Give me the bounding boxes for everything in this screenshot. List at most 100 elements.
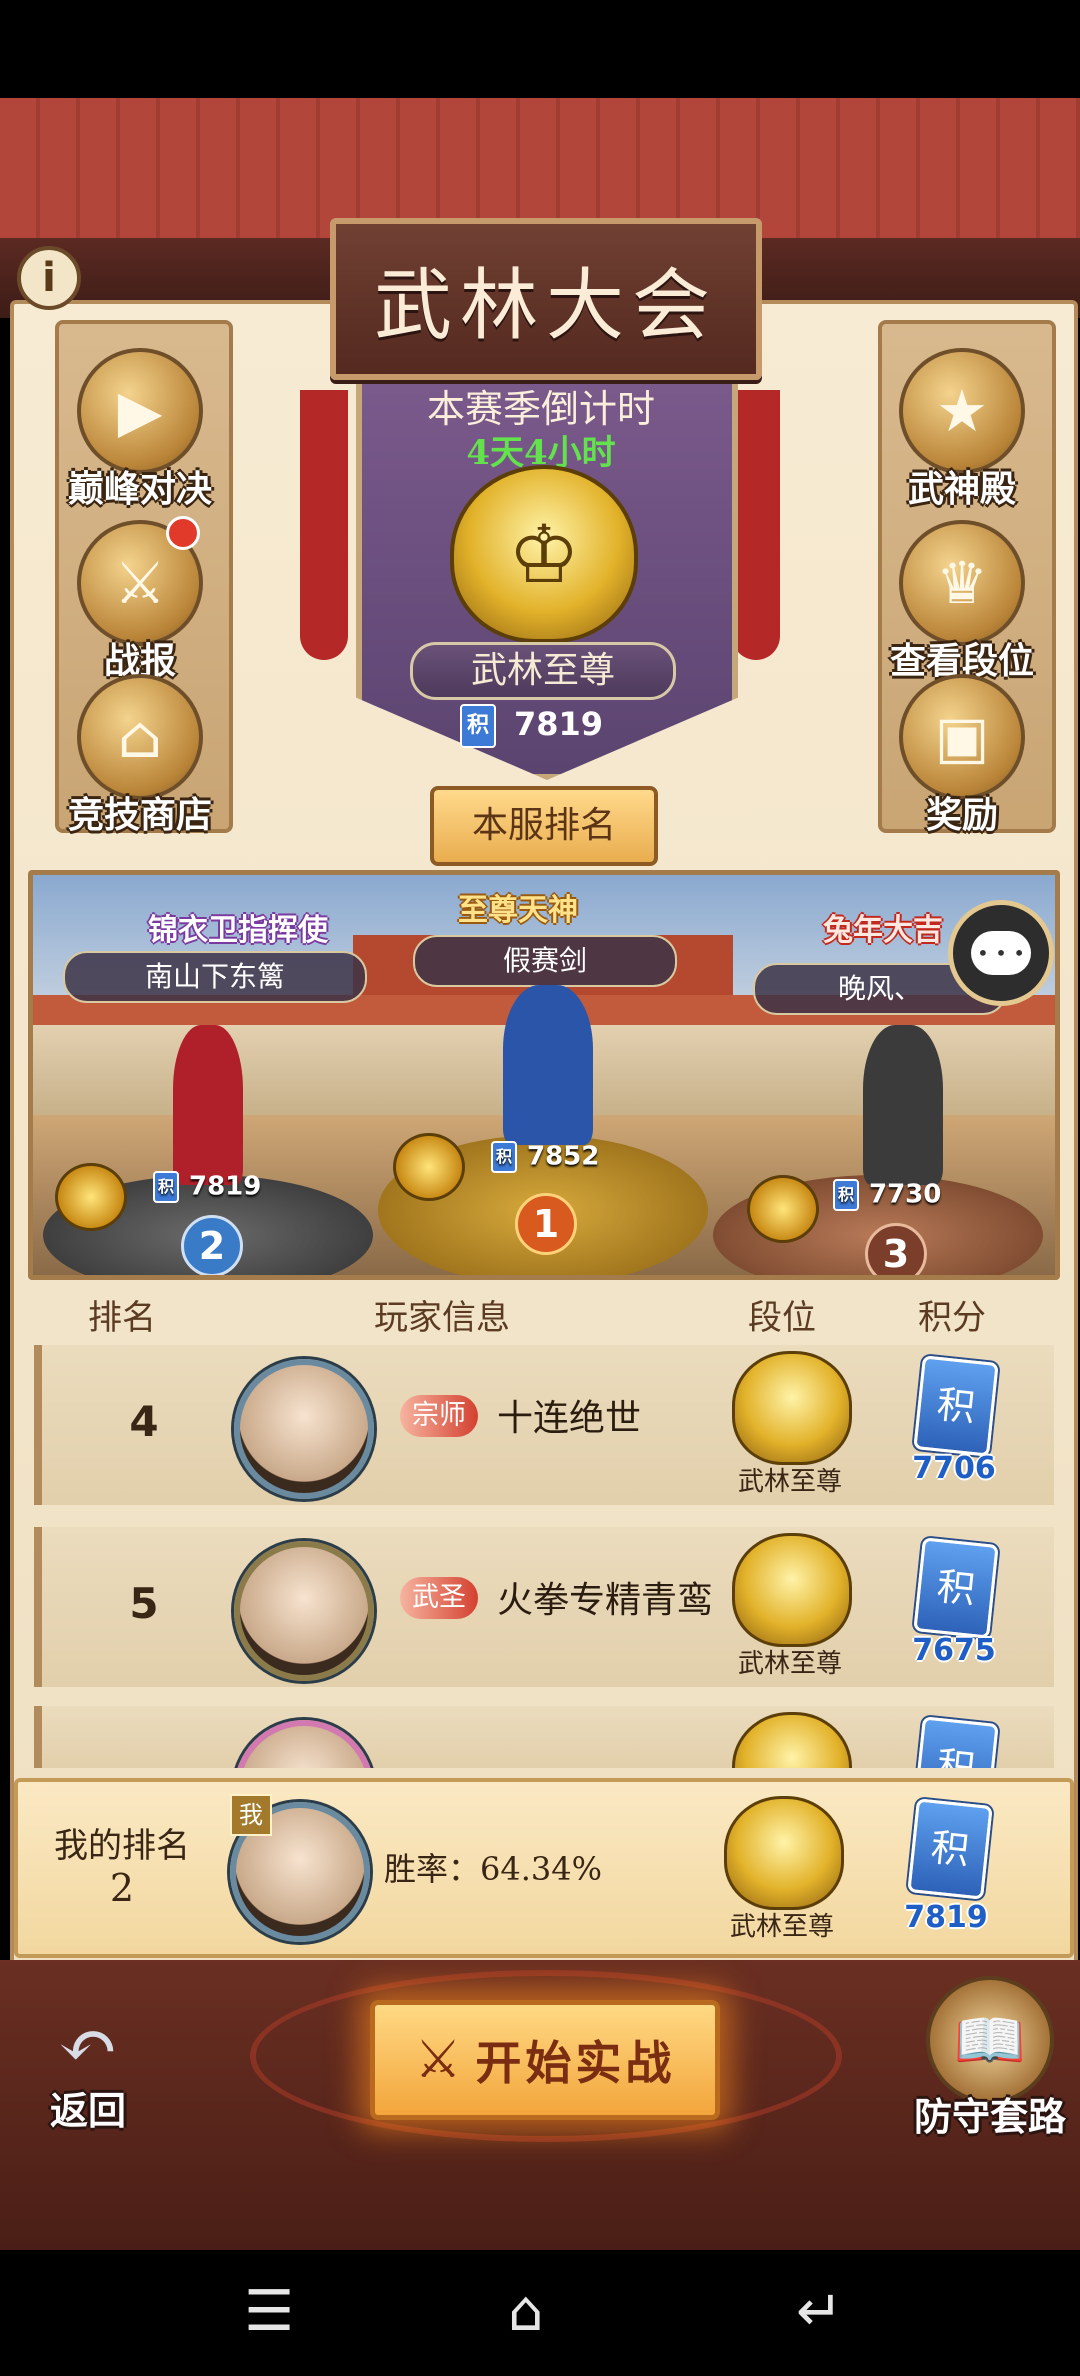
tier-icon	[732, 1351, 852, 1465]
play-icon: ▶	[77, 348, 203, 474]
page-title: 武林大会	[373, 261, 718, 351]
podium-2-fighter	[173, 1025, 243, 1185]
status-bar	[0, 0, 1080, 98]
player-title-tag: 宗师	[400, 1395, 478, 1437]
avatar[interactable]	[234, 1541, 374, 1681]
defense-routine-label: 防守套路	[913, 2094, 1066, 2139]
tier-name: 武林至尊	[737, 1649, 842, 1679]
score-token-icon: 积	[833, 1179, 859, 1211]
home-icon[interactable]: ⌂	[508, 2284, 544, 2340]
tier-icon	[732, 1533, 852, 1647]
peak-duel-label: 巅峰对决	[67, 468, 212, 510]
row-rank: 4	[129, 1397, 159, 1446]
book-icon: 📖	[926, 1976, 1054, 2104]
podium-3-fighter	[863, 1025, 943, 1185]
defense-routine-button[interactable]: 📖 防守套路	[900, 1976, 1080, 2141]
header-tier: 段位	[748, 1298, 816, 1338]
avatar[interactable]	[234, 1359, 374, 1499]
table-row[interactable]: 4 宗师 十连绝世 武林至尊 积 7706	[34, 1345, 1054, 1505]
start-battle-label: 开始实战	[475, 2036, 676, 2090]
arena-shop-label: 竞技商店	[67, 794, 212, 836]
start-battle-button[interactable]: ⚔ 开始实战	[370, 2000, 720, 2120]
my-rank-value: 2	[109, 1866, 135, 1910]
player-title-tag: 武圣	[400, 1577, 478, 1619]
score-token-icon: 积	[913, 1537, 999, 1639]
treasure-chest-icon: ▣	[899, 674, 1025, 800]
season-score: 积 7819	[460, 704, 640, 748]
chat-icon	[971, 931, 1031, 975]
score-token-icon: 积	[913, 1716, 999, 1768]
back-arrow-icon: ↶	[57, 2003, 119, 2087]
table-row-partial[interactable]: 积	[34, 1706, 1054, 1768]
row-score: 7706	[912, 1451, 996, 1486]
podium-3-title-badge: 兔年大吉	[823, 913, 943, 948]
info-button[interactable]: i	[17, 246, 81, 310]
menu-icon[interactable]: ☰	[244, 2284, 294, 2340]
avatar[interactable]	[234, 1720, 374, 1768]
my-score: 7819	[904, 1900, 988, 1935]
dragon-icon: ♛	[899, 520, 1025, 646]
my-rank-row: 我的排名 2 我 胜率：64.34% 武林至尊 积 7819	[14, 1778, 1074, 1958]
server-rank-button[interactable]: 本服排名	[430, 786, 658, 866]
podium-1-score: 7852	[527, 1141, 600, 1172]
battle-report-button[interactable]: ⚔ 战报	[50, 520, 230, 684]
peak-duel-button[interactable]: ▶ 巅峰对决	[50, 348, 230, 512]
podium-2-title-badge: 锦衣卫指挥使	[148, 913, 328, 948]
title-sign: 武林大会	[330, 218, 762, 380]
chat-button[interactable]	[948, 900, 1054, 1006]
rewards-label: 奖励	[925, 794, 998, 836]
system-nav-bar: ☰ ⌂ ↵	[0, 2250, 1080, 2376]
my-tier-name: 武林至尊	[729, 1912, 834, 1942]
row-score: 7675	[912, 1633, 996, 1668]
podium-scene: 锦衣卫指挥使 至尊天神 兔年大吉 南山下东篱 假赛剑 晚风、 积 7819 积 78…	[28, 870, 1060, 1280]
podium-2-score: 7819	[189, 1171, 262, 1202]
crossed-swords-icon: ⚔	[414, 2030, 462, 2090]
shop-icon: ⌂	[77, 674, 203, 800]
war-god-hall-button[interactable]: ★ 武神殿	[872, 348, 1052, 512]
season-score-value: 7819	[514, 705, 604, 743]
back-nav-icon[interactable]: ↵	[796, 2284, 843, 2340]
score-token-icon: 积	[460, 704, 496, 748]
tier-icon	[724, 1796, 844, 1910]
table-row[interactable]: 5 武圣 火拳专精青鸾 武林至尊 积 7675	[34, 1527, 1054, 1687]
header-rank: 排名	[88, 1298, 156, 1338]
header-player-info: 玩家信息	[374, 1298, 510, 1338]
podium-3-score: 7730	[869, 1179, 942, 1210]
shield-star-icon: ★	[899, 348, 1025, 474]
place-2-medal: 2	[181, 1215, 243, 1275]
podium-2-name: 南山下东篱	[63, 951, 367, 1003]
ribbon-right	[732, 390, 780, 660]
place-1-medal: 1	[515, 1193, 577, 1255]
info-icon: i	[42, 255, 56, 301]
header-score: 积分	[918, 1298, 986, 1338]
war-god-hall-label: 武神殿	[907, 468, 1016, 510]
podium-3-tier-icon	[747, 1175, 819, 1243]
rank-title: 武林至尊	[410, 642, 676, 700]
podium-1-tier-icon	[393, 1133, 465, 1201]
player-name: 火拳专精青鸾	[497, 1580, 714, 1621]
row-rank: 5	[129, 1579, 159, 1628]
ranking-table-header: 排名 玩家信息 段位 积分	[28, 1282, 1050, 1342]
back-label: 返回	[49, 2088, 126, 2133]
me-badge: 我	[230, 1794, 272, 1836]
score-token-icon: 积	[153, 1171, 179, 1203]
view-tier-button[interactable]: ♛ 查看段位	[872, 520, 1052, 684]
my-rank-label: 我的排名	[54, 1826, 190, 1866]
arena-shop-button[interactable]: ⌂ 竞技商店	[50, 674, 230, 838]
back-button[interactable]: ↶ 返回	[28, 2003, 148, 2133]
tier-name: 武林至尊	[737, 1467, 842, 1497]
podium-1-name: 假赛剑	[413, 935, 677, 987]
podium-1-fighter	[503, 985, 593, 1145]
rank-emblem-icon: ♔	[450, 465, 638, 643]
tier-icon	[732, 1712, 852, 1768]
win-rate: 胜率：64.34%	[384, 1850, 603, 1888]
ribbon-left	[300, 390, 348, 660]
notification-dot	[166, 516, 200, 550]
place-3-medal: 3	[865, 1223, 927, 1275]
score-token-icon: 积	[491, 1141, 517, 1173]
podium-1-title-badge: 至尊天神	[458, 893, 578, 928]
podium-2-tier-icon	[55, 1163, 127, 1231]
rewards-button[interactable]: ▣ 奖励	[872, 674, 1052, 838]
player-name: 十连绝世	[497, 1398, 642, 1439]
score-token-icon: 积	[913, 1355, 999, 1457]
